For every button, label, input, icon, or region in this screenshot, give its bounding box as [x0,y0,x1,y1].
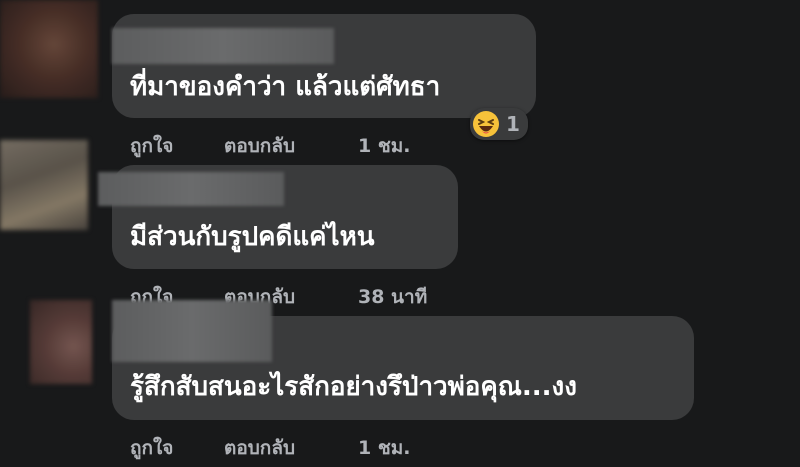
comment-1: ที่มาของคำว่า แล้วแต่ศัทธา 1 ถูกใจ ตอบกล… [0,0,800,160]
reaction-count: 1 [506,112,520,136]
commenter-name[interactable] [112,300,272,362]
avatar[interactable] [30,300,92,384]
comment-bubble [112,165,458,269]
reply-button[interactable]: ตอบกลับ [224,282,358,312]
comment-text: ที่มาของคำว่า แล้วแต่ศัทธา [130,72,441,102]
comment-text: มีส่วนกับรูปคดีแค่ไหน [130,222,375,252]
reaction-badge[interactable]: 1 [470,108,528,140]
comment-text: รู้สึกสับสนอะไรสักอย่างรึป่าวพ่อคุณ...งง [130,372,577,402]
like-button[interactable]: ถูกใจ [130,282,224,312]
comment-timestamp[interactable]: 1 ชม. [358,131,410,161]
comment-actions: ถูกใจ ตอบกลับ 1 ชม. [130,433,410,463]
like-button[interactable]: ถูกใจ [130,131,224,161]
commenter-name[interactable] [98,172,284,206]
reply-button[interactable]: ตอบกลับ [224,433,358,463]
comment-timestamp[interactable]: 1 ชม. [358,433,410,463]
avatar[interactable] [0,0,98,98]
comment-actions: ถูกใจ ตอบกลับ 1 ชม. [130,131,410,161]
like-button[interactable]: ถูกใจ [130,433,224,463]
reply-button[interactable]: ตอบกลับ [224,131,358,161]
comment-timestamp[interactable]: 38 นาที [358,282,427,312]
comment-actions: ถูกใจ ตอบกลับ 38 นาที [130,282,427,312]
commenter-name[interactable] [112,28,334,64]
comment-bubble [112,316,694,420]
haha-emoji-icon [473,111,499,137]
